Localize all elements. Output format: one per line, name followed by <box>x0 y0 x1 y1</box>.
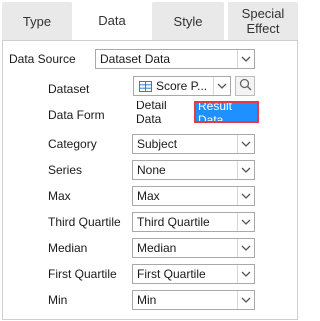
data-form-option-line: Data <box>136 112 162 123</box>
chevron-down-icon <box>213 77 230 95</box>
data-form-option-line: Result <box>198 101 233 113</box>
data-form-detail-option[interactable]: Detail Data <box>134 101 192 123</box>
dataset-label: Dataset <box>48 82 90 96</box>
category-label: Category <box>48 137 97 151</box>
tab-style[interactable]: Style <box>152 2 224 40</box>
data-source-value: Dataset Data <box>100 52 171 66</box>
tab-data-label: Data <box>98 12 126 28</box>
dataset-search-button[interactable] <box>235 76 255 96</box>
chevron-down-icon <box>237 161 254 179</box>
tab-special-effect[interactable]: Special Effect <box>228 2 298 40</box>
dataset-value: Score P... <box>156 79 208 93</box>
tab-special-effect-label: Special Effect <box>241 6 285 36</box>
chevron-down-icon <box>237 291 254 309</box>
series-label: Series <box>48 163 83 177</box>
data-source-label: Data Source <box>9 52 76 66</box>
data-form-option-line: Detail <box>136 101 167 112</box>
max-label: Max <box>48 189 71 203</box>
first-quartile-label: First Quartile <box>48 267 117 281</box>
tab-style-label: Style <box>173 13 203 29</box>
series-select[interactable]: None <box>132 160 255 180</box>
third-quartile-label: Third Quartile <box>48 215 121 229</box>
category-select[interactable]: Subject <box>132 134 255 154</box>
search-icon <box>239 78 252 94</box>
median-value: Median <box>137 241 177 255</box>
tab-data[interactable]: Data <box>76 0 148 40</box>
min-value: Min <box>137 293 157 307</box>
chevron-down-icon <box>237 213 254 231</box>
first-quartile-value: First Quartile <box>137 267 206 281</box>
third-quartile-value: Third Quartile <box>137 215 210 229</box>
max-value: Max <box>137 189 160 203</box>
median-label: Median <box>48 241 88 255</box>
dataset-select[interactable]: Score P... <box>133 76 231 96</box>
first-quartile-select[interactable]: First Quartile <box>132 264 255 284</box>
min-select[interactable]: Min <box>132 290 255 310</box>
chevron-down-icon <box>237 239 254 257</box>
min-label: Min <box>48 293 68 307</box>
tab-type[interactable]: Type <box>2 2 72 40</box>
median-select[interactable]: Median <box>132 238 255 258</box>
tab-bar: Type Data Style Special Effect <box>0 0 300 40</box>
chevron-down-icon <box>237 50 254 68</box>
category-value: Subject <box>137 137 178 151</box>
data-source-select[interactable]: Dataset Data <box>95 49 255 69</box>
data-form-result-option[interactable]: Result Data <box>194 101 259 123</box>
max-select[interactable]: Max <box>132 186 255 206</box>
dataset-table-icon <box>138 80 152 92</box>
third-quartile-select[interactable]: Third Quartile <box>132 212 255 232</box>
chevron-down-icon <box>237 135 254 153</box>
chevron-down-icon <box>237 265 254 283</box>
series-value: None <box>137 163 166 177</box>
tab-type-label: Type <box>22 13 52 29</box>
chevron-down-icon <box>237 187 254 205</box>
data-form-label: Data Form <box>48 108 105 122</box>
data-form-option-line: Data <box>198 113 224 123</box>
